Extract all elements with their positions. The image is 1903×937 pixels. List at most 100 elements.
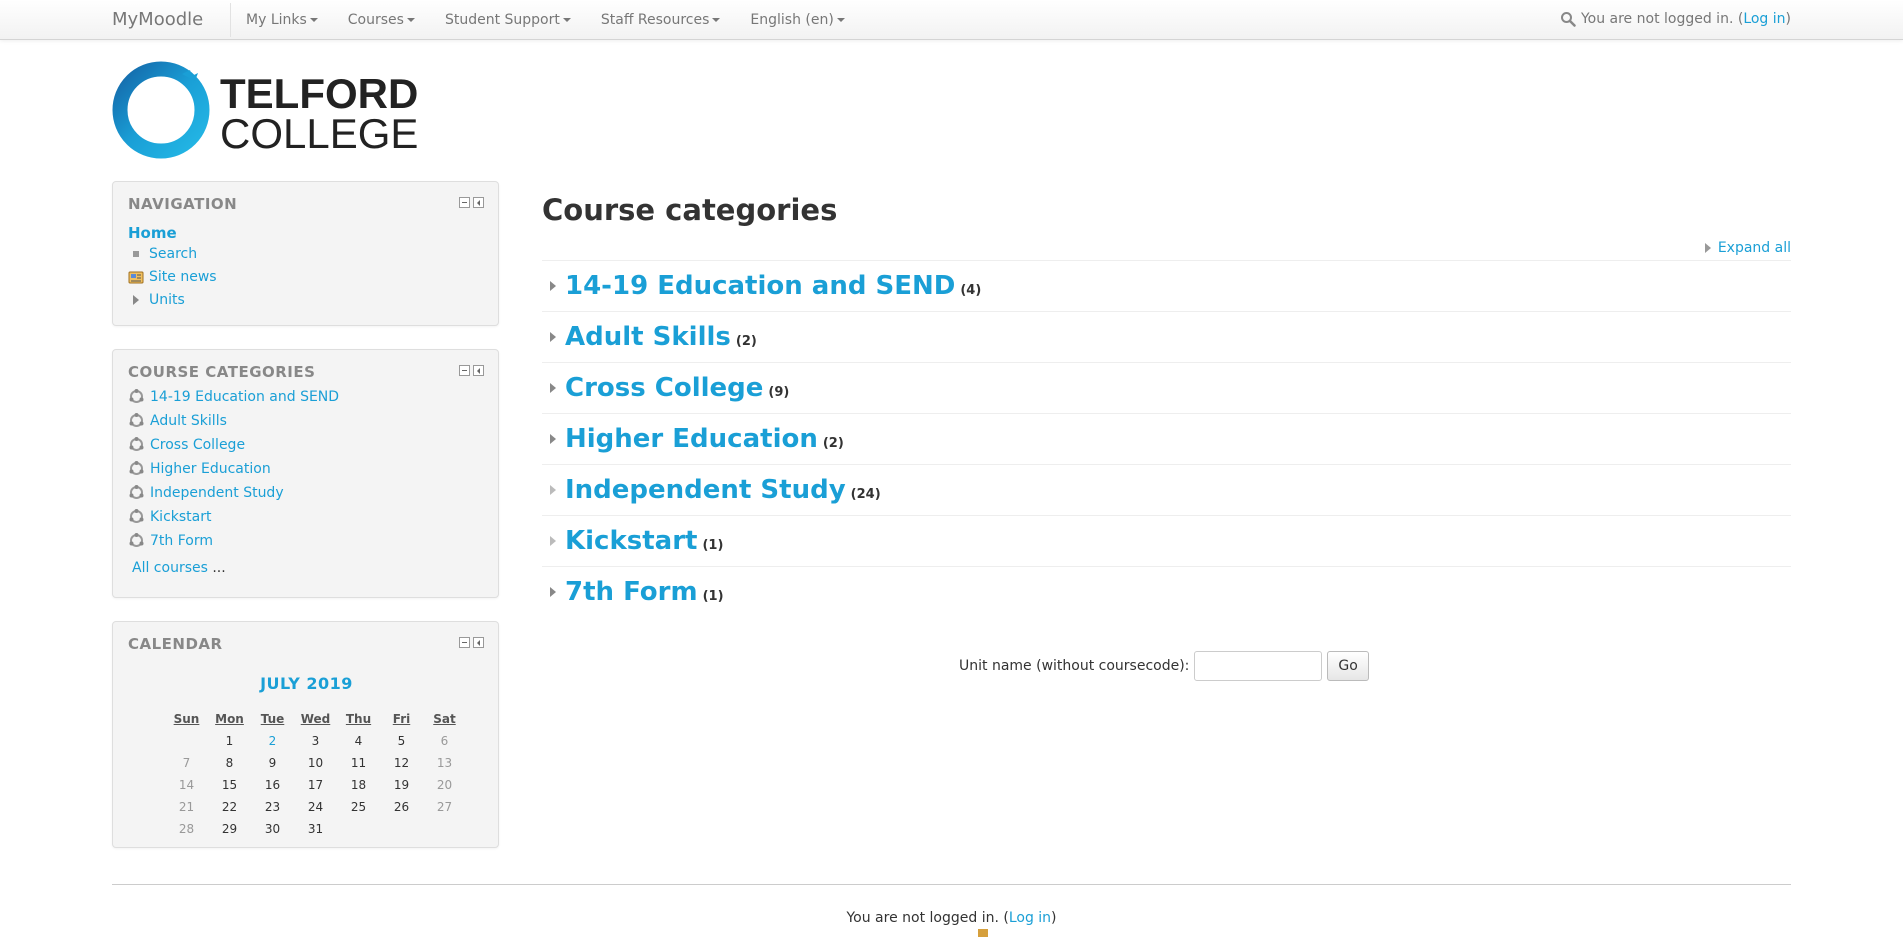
caret-down-icon [406,18,415,22]
nav-item-site-news[interactable]: Site news [128,269,217,285]
nav-item-label[interactable]: Units [149,292,185,308]
menu-label: Staff Resources [600,12,710,28]
category-item[interactable]: Kickstart [128,508,211,525]
calendar-week: 7 8 9 10 11 12 13 [165,752,466,774]
category-title-link[interactable]: Independent Study [565,475,846,505]
footer-login-status: You are not logged in. (Log in) [0,910,1903,926]
calendar-day: 26 [393,800,410,814]
calendar-day: 6 [440,734,449,748]
collapse-icon[interactable] [459,365,470,376]
calendar-day[interactable]: 2 [251,734,294,748]
category-title-link[interactable]: Adult Skills [565,322,731,352]
login-link[interactable]: Log in [1743,11,1785,27]
nav-item-search[interactable]: Search [128,246,197,262]
caret-down-icon [836,18,845,22]
category-item[interactable]: Adult Skills [128,412,227,429]
calendar-day: 4 [354,734,363,748]
menu-language[interactable]: English (en) [750,12,845,28]
search-icon[interactable] [1560,11,1576,27]
expand-arrow-icon[interactable] [550,383,556,393]
calendar-day: 27 [436,800,453,814]
block-controls [459,365,484,376]
category-title-link[interactable]: 14-19 Education and SEND [565,271,955,301]
dock-icon[interactable] [473,197,484,208]
expand-arrow-icon[interactable] [550,281,556,291]
menu-student-support[interactable]: Student Support [445,12,571,28]
menu-label: English (en) [750,12,834,28]
footer-login-link[interactable]: Log in [1009,910,1051,926]
category-item[interactable]: Independent Study [128,484,284,501]
course-count: (1) [702,537,724,553]
category-link[interactable]: Cross College [150,437,245,453]
main-menu: My Links Courses Student Support Staff R… [246,0,875,40]
calendar-grid: Sun Mon Tue Wed Thu Fri Sat 1 2 3 4 5 6 7 8 9 10 11 12 13 14… [165,708,466,840]
category-link[interactable]: 7th Form [150,533,213,549]
login-status: You are not logged in. (Log in) [1560,11,1791,27]
expand-all-link[interactable]: Expand all [1704,240,1791,256]
dock-icon[interactable] [473,365,484,376]
category-link[interactable]: Independent Study [150,485,284,501]
block-title: COURSE CATEGORIES [128,363,316,381]
expand-arrow-icon[interactable] [133,295,139,305]
nav-home-link[interactable]: Home [128,224,177,242]
expand-arrow-icon[interactable] [550,434,556,444]
calendar-day: 28 [178,822,195,836]
menu-staff-resources[interactable]: Staff Resources [601,12,721,28]
category-title-link[interactable]: Higher Education [565,424,818,454]
svg-text:COLLEGE: COLLEGE [220,110,418,157]
category-row: Adult Skills (2) [542,311,1791,362]
nav-item-label[interactable]: Search [149,246,197,262]
category-link[interactable]: Adult Skills [150,413,227,429]
all-courses-link[interactable]: All courses [132,560,208,576]
menu-courses[interactable]: Courses [348,12,415,28]
category-link[interactable]: Higher Education [150,461,271,477]
category-link[interactable]: 14-19 Education and SEND [150,389,339,405]
course-count: (4) [960,282,982,298]
expand-arrow-icon[interactable] [550,587,556,597]
expand-arrow-icon[interactable] [550,332,556,342]
category-icon [129,509,144,523]
category-title-link[interactable]: Cross College [565,373,763,403]
calendar-day: 7 [182,756,191,770]
navbar-divider [230,3,231,37]
news-icon [128,271,144,284]
calendar-day: 9 [268,756,277,770]
category-link[interactable]: Kickstart [150,509,211,525]
expand-arrow-icon[interactable] [550,485,556,495]
calendar-month-link[interactable]: JULY 2019 [113,674,500,693]
college-logo[interactable]: TELFORD COLLEGE [112,60,432,160]
menu-label: Courses [347,12,404,28]
course-categories-block: COURSE CATEGORIES 14-19 Education and SE… [112,349,499,598]
dock-icon[interactable] [473,637,484,648]
all-courses-row: All courses ... [132,560,226,576]
nav-item-units[interactable]: Units [128,292,185,308]
calendar-day: 15 [221,778,238,792]
category-item[interactable]: 14-19 Education and SEND [128,388,339,405]
collapse-icon[interactable] [459,197,470,208]
menu-label: Student Support [444,12,560,28]
calendar-week: 28 29 30 31 [165,818,466,840]
expand-arrow-icon[interactable] [550,536,556,546]
course-count: (1) [702,588,724,604]
calendar-day: 8 [225,756,234,770]
block-title: CALENDAR [128,635,223,653]
weekday-label: Tue [260,712,285,726]
nav-item-label[interactable]: Site news [149,269,217,285]
block-title: NAVIGATION [128,195,238,213]
collapse-icon[interactable] [459,637,470,648]
category-row: Cross College (9) [542,362,1791,413]
menu-my-links[interactable]: My Links [246,12,318,28]
category-row: 7th Form (1) [542,566,1791,617]
calendar-week: 1 2 3 4 5 6 [165,730,466,752]
category-item[interactable]: Higher Education [128,460,271,477]
category-title-link[interactable]: Kickstart [565,526,697,556]
menu-label: My Links [246,12,307,28]
category-item[interactable]: 7th Form [128,532,213,549]
go-button[interactable]: Go [1327,651,1369,681]
category-item[interactable]: Cross College [128,436,245,453]
calendar-day: 24 [307,800,324,814]
unit-search-input[interactable] [1194,651,1323,681]
brand-link[interactable]: MyMoodle [112,9,203,30]
category-title-link[interactable]: 7th Form [565,577,698,607]
category-icon [129,389,144,403]
